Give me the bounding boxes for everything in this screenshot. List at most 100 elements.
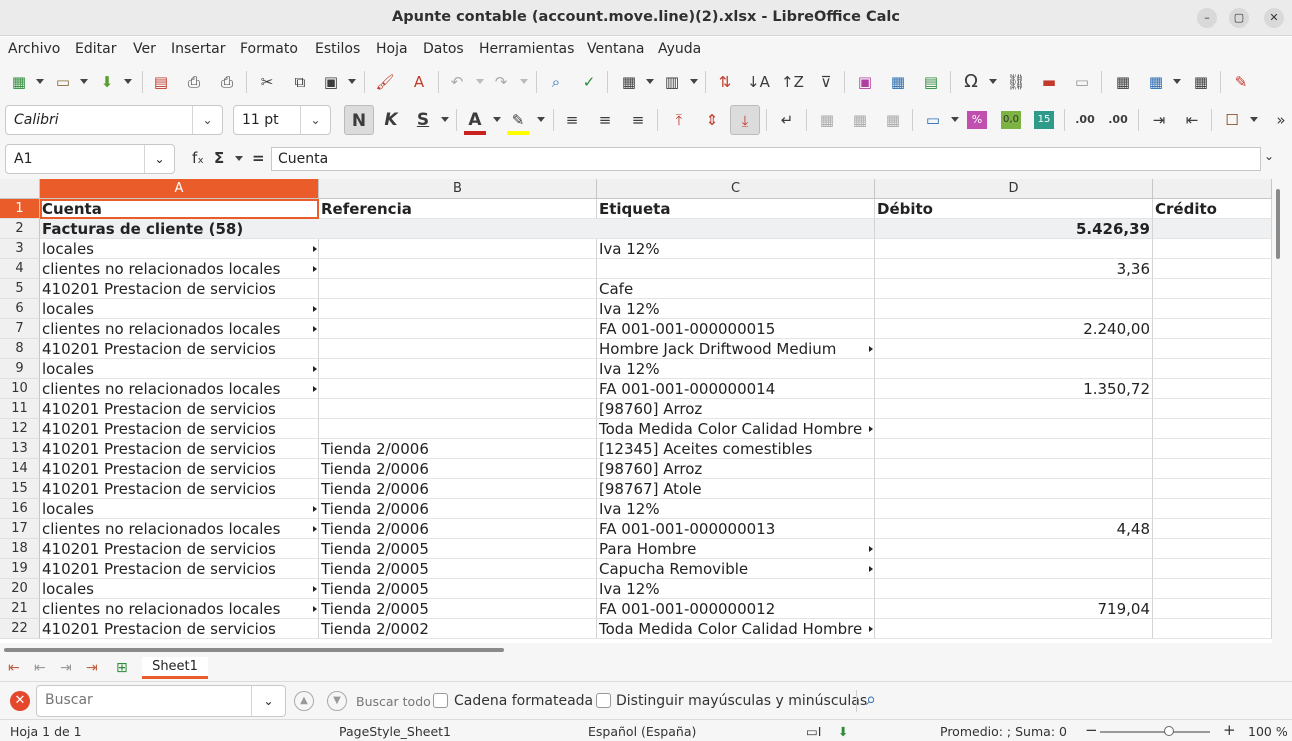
merge-cells-icon[interactable]: ▦: [849, 109, 871, 131]
row-header[interactable]: 3: [0, 239, 40, 259]
cell-a2[interactable]: Facturas de cliente (58): [40, 219, 597, 239]
save-icon[interactable]: ⬇: [96, 71, 118, 93]
cell-e8[interactable]: [1153, 339, 1272, 359]
cell-a12[interactable]: 410201 Prestacion de servicios: [40, 419, 319, 439]
cell-d18[interactable]: [875, 539, 1153, 559]
cell-e15[interactable]: [1153, 479, 1272, 499]
find-all-button[interactable]: Buscar todo: [356, 694, 431, 709]
cell-d5[interactable]: [875, 279, 1153, 299]
cell-d17[interactable]: 4,48: [875, 519, 1153, 539]
menu-editar[interactable]: Editar: [75, 41, 116, 57]
clear-formatting-icon[interactable]: A: [408, 71, 430, 93]
cell-b12[interactable]: [319, 419, 597, 439]
scroll-thumb[interactable]: [1276, 189, 1280, 259]
horizontal-scrollbar[interactable]: [0, 643, 1292, 657]
cell-c3[interactable]: Iva 12%: [597, 239, 875, 259]
more-options-icon[interactable]: »: [1270, 109, 1292, 131]
column-header-d[interactable]: D: [875, 179, 1153, 199]
function-wizard-icon[interactable]: fₓ: [192, 149, 204, 167]
font-size-box[interactable]: 11 pt ⌄: [233, 105, 331, 135]
last-sheet-icon[interactable]: ⇥: [86, 660, 98, 676]
select-all-corner[interactable]: [0, 179, 40, 199]
chevron-down-icon[interactable]: [493, 117, 501, 122]
chevron-down-icon[interactable]: [951, 117, 959, 122]
cell-c1[interactable]: Etiqueta: [597, 199, 875, 219]
chevron-down-icon[interactable]: [80, 79, 88, 84]
cell-e4[interactable]: [1153, 259, 1272, 279]
align-top-icon[interactable]: ⤒: [668, 109, 690, 131]
chevron-down-icon[interactable]: ⌄: [192, 106, 222, 134]
chevron-down-icon[interactable]: [235, 156, 243, 161]
cell-c21[interactable]: FA 001-001-000000012: [597, 599, 875, 619]
cell-e2[interactable]: [1153, 219, 1272, 239]
font-color-button[interactable]: A: [464, 109, 486, 135]
row-header[interactable]: 9: [0, 359, 40, 379]
undo-icon[interactable]: ↶: [446, 71, 468, 93]
percent-format-icon[interactable]: %: [967, 111, 987, 129]
cell-d21[interactable]: 719,04: [875, 599, 1153, 619]
cell-b20[interactable]: Tienda 2/0005: [319, 579, 597, 599]
add-decimal-icon[interactable]: .00: [1074, 109, 1096, 131]
zoom-in-button[interactable]: +: [1223, 721, 1236, 739]
cell-e13[interactable]: [1153, 439, 1272, 459]
cell-a16[interactable]: locales: [40, 499, 319, 519]
hyperlink-icon[interactable]: ⛓: [1005, 71, 1027, 93]
cell-b11[interactable]: [319, 399, 597, 419]
cell-c13[interactable]: [12345] Aceites comestibles: [597, 439, 875, 459]
unmerge-cells-icon[interactable]: ▦: [882, 109, 904, 131]
menu-insertar[interactable]: Insertar: [171, 41, 226, 57]
cell-c19[interactable]: Capucha Removible: [597, 559, 875, 579]
sort-icon[interactable]: ⇅: [714, 71, 736, 93]
cell-b4[interactable]: [319, 259, 597, 279]
insert-chart-icon[interactable]: ▦: [887, 71, 909, 93]
spelling-icon[interactable]: ✓: [578, 71, 600, 93]
bold-button[interactable]: N: [344, 105, 374, 135]
scroll-thumb[interactable]: [4, 648, 504, 652]
special-character-icon[interactable]: Ω: [960, 71, 982, 93]
cell-d7[interactable]: 2.240,00: [875, 319, 1153, 339]
cell-a17[interactable]: clientes no relacionados locales: [40, 519, 319, 539]
column-icon[interactable]: ▥: [661, 71, 683, 93]
chevron-down-icon[interactable]: [1250, 117, 1258, 122]
menu-hoja[interactable]: Hoja: [376, 41, 408, 57]
column-header-b[interactable]: B: [319, 179, 597, 199]
cell-a21[interactable]: clientes no relacionados locales: [40, 599, 319, 619]
row-header[interactable]: 22: [0, 619, 40, 639]
cell-e21[interactable]: [1153, 599, 1272, 619]
cell-d3[interactable]: [875, 239, 1153, 259]
cell-a9[interactable]: locales: [40, 359, 319, 379]
copy-icon[interactable]: ⧉: [289, 71, 311, 93]
cell-d11[interactable]: [875, 399, 1153, 419]
maximize-button[interactable]: ▢: [1229, 8, 1249, 28]
chevron-down-icon[interactable]: [989, 79, 997, 84]
row-header[interactable]: 13: [0, 439, 40, 459]
search-box[interactable]: ⌄: [36, 685, 286, 717]
menu-ayuda[interactable]: Ayuda: [658, 41, 701, 57]
zoom-level[interactable]: 100 %: [1248, 724, 1288, 739]
center-vertically-icon[interactable]: ⇕: [701, 109, 723, 131]
print-icon[interactable]: ⎙: [183, 71, 205, 93]
underline-button[interactable]: S: [412, 109, 434, 131]
close-find-icon[interactable]: ✕: [10, 691, 30, 711]
cell-b3[interactable]: [319, 239, 597, 259]
cell-c16[interactable]: Iva 12%: [597, 499, 875, 519]
cell-e16[interactable]: [1153, 499, 1272, 519]
cell-a22[interactable]: 410201 Prestacion de servicios: [40, 619, 319, 639]
cell-a4[interactable]: clientes no relacionados locales: [40, 259, 319, 279]
chevron-down-icon[interactable]: [520, 79, 528, 84]
chevron-down-icon[interactable]: [124, 79, 132, 84]
cut-icon[interactable]: ✂: [256, 71, 278, 93]
print-preview-icon[interactable]: ⎙: [216, 71, 238, 93]
cell-b5[interactable]: [319, 279, 597, 299]
selection-mode-icon[interactable]: ▭I: [806, 724, 822, 739]
cell-c8[interactable]: Hombre Jack Driftwood Medium: [597, 339, 875, 359]
pivot-table-icon[interactable]: ▤: [920, 71, 942, 93]
minimize-button[interactable]: –: [1197, 8, 1217, 28]
cell-c7[interactable]: FA 001-001-000000015: [597, 319, 875, 339]
clone-formatting-icon[interactable]: 🖌: [374, 71, 396, 93]
row-header[interactable]: 20: [0, 579, 40, 599]
cell-c2[interactable]: [597, 219, 875, 239]
cell-d4[interactable]: 3,36: [875, 259, 1153, 279]
cell-a1[interactable]: Cuenta: [40, 199, 319, 219]
row-header[interactable]: 11: [0, 399, 40, 419]
